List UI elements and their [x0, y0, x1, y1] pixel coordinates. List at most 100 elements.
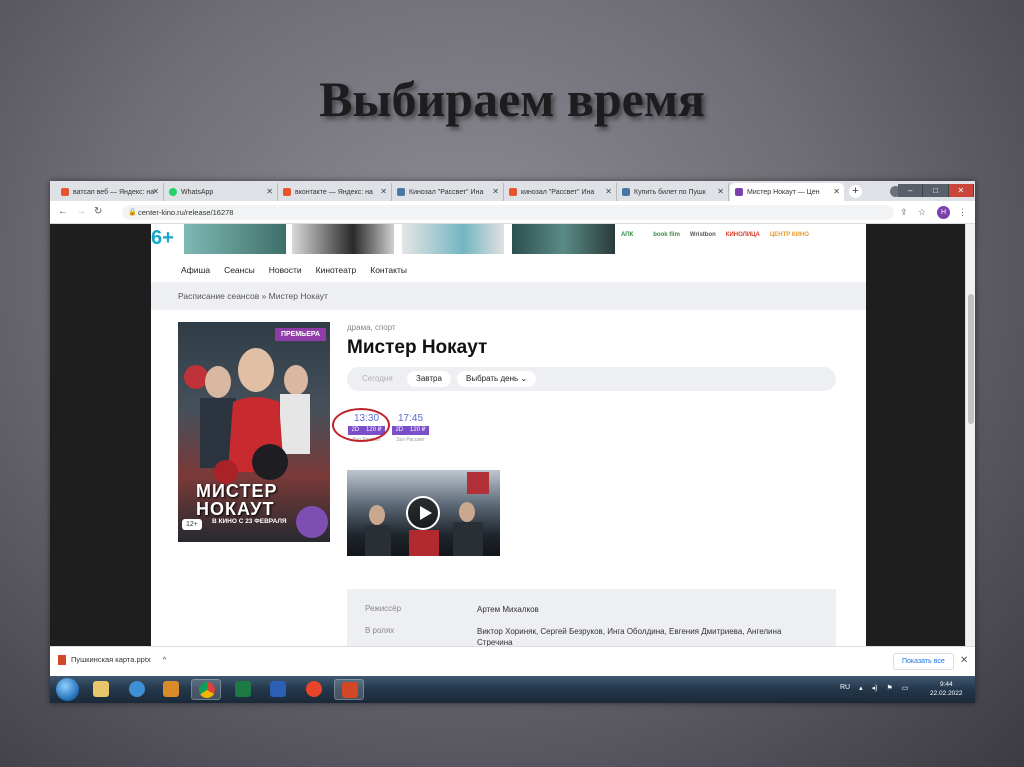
tab-3[interactable]: вконтакте — Яндекс: на ✕	[278, 183, 392, 201]
address-bar[interactable]: 🔒 center-kino.ru/release/16278	[122, 205, 894, 220]
close-tab-icon[interactable]: ✕	[152, 187, 159, 196]
close-tab-icon[interactable]: ✕	[492, 187, 499, 196]
day-today-tab[interactable]: Сегодня	[353, 371, 402, 387]
show-all-button[interactable]: Показать все	[893, 653, 954, 670]
tray-arrow-icon[interactable]: ▴	[859, 684, 863, 692]
film-genre: драма, спорт	[347, 323, 396, 332]
close-tab-icon[interactable]: ✕	[833, 187, 840, 196]
media-player-app[interactable]	[156, 679, 186, 700]
chevron-up-icon[interactable]: ^	[163, 655, 167, 664]
reload-icon[interactable]: ↻	[94, 206, 102, 217]
lock-icon: 🔒	[128, 209, 137, 216]
film-details: Режиссёр Артем Михалков В ролях Виктор Х…	[347, 589, 836, 646]
movie-poster[interactable]: ПРЕМЬЕРА МИСТЕР НОКАУТ В КИНО С 23 ФЕВРА…	[178, 322, 330, 542]
maximize-icon[interactable]: □	[923, 184, 949, 197]
tab-4[interactable]: Кинозал "Рассвет" Ина ✕	[392, 183, 504, 201]
nav-seansy[interactable]: Сеансы	[224, 265, 255, 275]
tab-label: ватсап веб — Яндекс: на	[73, 188, 155, 196]
day-tomorrow-tab[interactable]: Завтра	[407, 371, 451, 387]
premiere-badge: ПРЕМЬЕРА	[274, 328, 326, 341]
close-tab-icon[interactable]: ✕	[266, 187, 273, 196]
sponsor-logo: book film	[653, 232, 680, 238]
menu-icon[interactable]: ⋮	[958, 207, 967, 218]
director-label: Режиссёр	[365, 604, 402, 613]
yandex-app[interactable]	[299, 679, 329, 700]
avatar[interactable]: Н	[937, 206, 950, 219]
session-time[interactable]: 17:45	[392, 411, 429, 426]
age-rating: 12+	[182, 519, 202, 530]
highlight-circle	[332, 408, 390, 442]
browser-toolbar: ← → ↻ 🔒 center-kino.ru/release/16278 ⇪ ☆…	[50, 201, 975, 224]
session-1745[interactable]: 17:45 2D 120 ₽ Зал Рассвет	[392, 411, 429, 443]
banner-image[interactable]	[292, 224, 394, 254]
tab-label: вконтакте — Яндекс: на	[295, 188, 373, 196]
flag-icon[interactable]: ⚑	[887, 684, 893, 692]
new-tab-button[interactable]: +	[849, 185, 862, 198]
play-icon[interactable]	[406, 496, 440, 530]
powerpoint-app[interactable]	[334, 679, 364, 700]
clock-date: 22.02.2022	[930, 690, 963, 697]
pptx-file-icon	[58, 655, 66, 666]
close-download-bar-icon[interactable]: ✕	[960, 655, 968, 666]
nav-afisha[interactable]: Афиша	[181, 265, 210, 275]
close-window-icon[interactable]: ✕	[948, 184, 974, 197]
banner-image[interactable]	[512, 224, 615, 254]
tab-label: Купить билет по Пушк	[634, 188, 706, 196]
nav-kontakty[interactable]: Контакты	[370, 265, 407, 275]
excel-app[interactable]	[228, 679, 258, 700]
nav-kinoteatr[interactable]: Кинотеатр	[316, 265, 357, 275]
window-controls: – □ ✕	[898, 184, 974, 197]
excel-icon	[235, 681, 251, 697]
page-scrollbar[interactable]	[965, 224, 975, 646]
close-tab-icon[interactable]: ✕	[380, 187, 387, 196]
vk-icon	[397, 188, 405, 196]
share-icon[interactable]: ⇪	[900, 207, 908, 218]
powerpoint-icon	[342, 682, 358, 698]
nav-novosti[interactable]: Новости	[269, 265, 302, 275]
web-page: 6+ АПК book film Wristbon КИНОЛИЦА ЦЕНТР…	[151, 224, 866, 646]
site-icon	[735, 188, 743, 196]
star-icon[interactable]: ☆	[918, 207, 926, 218]
language-indicator[interactable]: RU	[840, 684, 850, 692]
url-text: center-kino.ru/release/16278	[138, 208, 234, 217]
explorer-app[interactable]	[86, 679, 116, 700]
tab-label: Кинозал "Рассвет" Ина	[409, 188, 484, 196]
start-button[interactable]	[56, 678, 79, 701]
tab-6[interactable]: Купить билет по Пушк ✕	[617, 183, 729, 201]
banner-image[interactable]	[184, 224, 286, 254]
download-item[interactable]: Пушкинская карта.pptx ^	[58, 655, 167, 666]
tab-1[interactable]: ватсап веб — Яндекс: на ✕	[56, 183, 164, 201]
ie-app[interactable]	[122, 679, 152, 700]
chrome-app[interactable]	[191, 679, 221, 700]
banner-image[interactable]	[402, 224, 504, 254]
tab-2[interactable]: WhatsApp ✕	[164, 183, 278, 201]
trailer-video[interactable]	[347, 470, 500, 556]
day-selector: Сегодня Завтра Выбрать день ⌄	[347, 367, 836, 391]
network-icon[interactable]: ▭	[902, 684, 909, 692]
word-app[interactable]	[263, 679, 293, 700]
tab-5[interactable]: кинозал "Рассвет" Ина ✕	[504, 183, 617, 201]
clock[interactable]: 9:44 22.02.2022	[930, 680, 963, 698]
tab-label: Мистер Нокаут — Цен	[747, 188, 820, 196]
vk-icon	[622, 188, 630, 196]
sponsor-logo: АПК	[621, 232, 634, 238]
forward-icon[interactable]: →	[76, 206, 86, 217]
back-icon[interactable]: ←	[58, 206, 68, 217]
close-tab-icon[interactable]: ✕	[717, 187, 724, 196]
whatsapp-icon	[169, 188, 177, 196]
poster-title: МИСТЕР НОКАУТ	[196, 481, 278, 519]
sponsor-logo: Wristbon	[689, 232, 716, 238]
cast-label: В ролях	[365, 626, 395, 635]
minimize-icon[interactable]: –	[898, 184, 924, 197]
folder-icon	[93, 681, 109, 697]
breadcrumb[interactable]: Расписание сеансов » Мистер Нокаут	[178, 291, 328, 301]
volume-icon[interactable]: ◂)	[872, 684, 878, 692]
director-value: Артем Михалков	[477, 605, 539, 614]
tab-active[interactable]: Мистер Нокаут — Цен ✕	[730, 183, 844, 201]
download-bar: Пушкинская карта.pptx ^ Показать все ✕	[50, 646, 975, 676]
scrollbar-thumb[interactable]	[968, 294, 974, 424]
close-tab-icon[interactable]: ✕	[605, 187, 612, 196]
choose-day-dropdown[interactable]: Выбрать день ⌄	[457, 371, 537, 387]
session-format: 2D 120 ₽	[392, 426, 429, 435]
system-tray: RU ▴ ◂) ⚑ ▭	[840, 684, 908, 692]
